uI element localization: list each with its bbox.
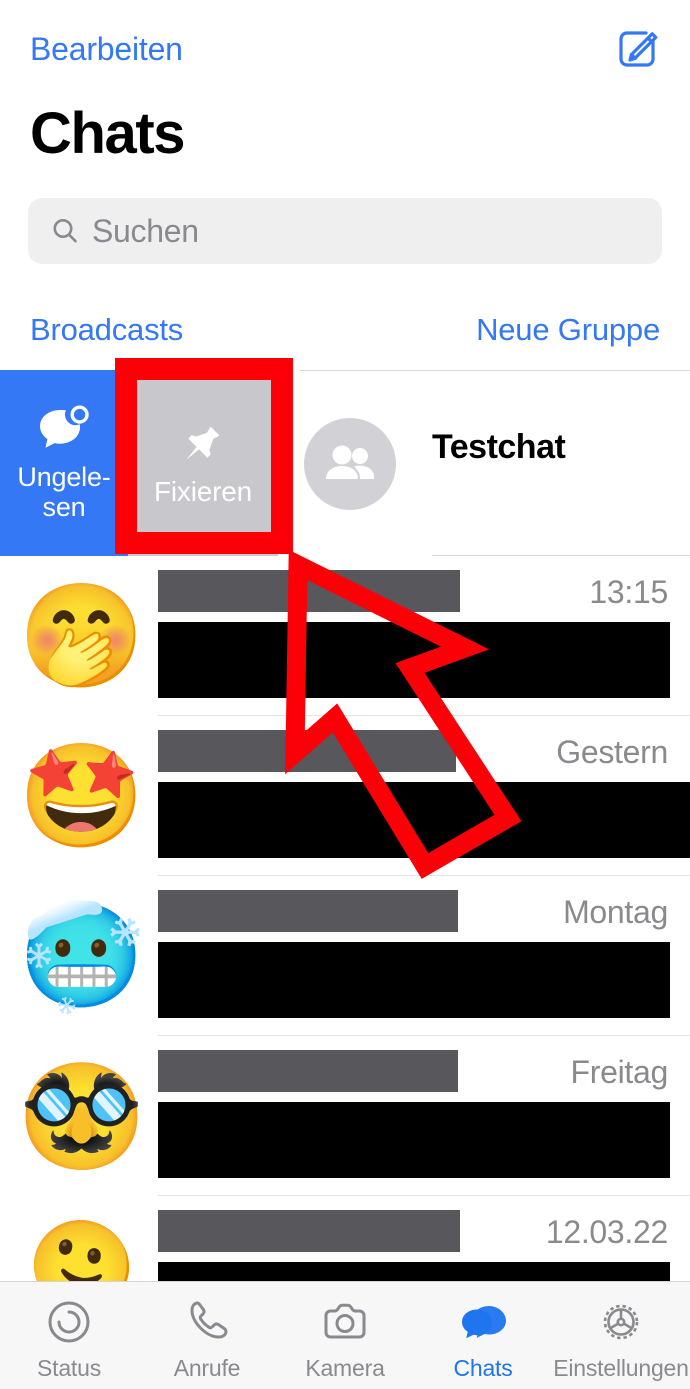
chat-row[interactable]: 🤩 Gestern: [0, 716, 690, 876]
redacted-message-bar: [158, 622, 670, 698]
tab-chats[interactable]: Chats: [414, 1282, 552, 1389]
tab-status-label: Status: [36, 1355, 101, 1381]
swipe-action-unread-label: Ungele-sen: [5, 462, 123, 522]
edit-button[interactable]: Bearbeiten: [30, 33, 183, 65]
whatsapp-chats-screen: Bearbeiten Chats Suchen Broadcasts Neue …: [0, 0, 690, 1389]
avatar: 🥶: [18, 899, 146, 1013]
chat-rows-container: 🤭 13:15 🤩 Gestern 🥶 Montag 🥸 Freitag 🫠 12.03.22: [0, 556, 690, 1356]
chat-timestamp: Freitag: [570, 1054, 669, 1090]
compose-icon[interactable]: [614, 26, 660, 72]
search-icon: [50, 216, 80, 246]
redacted-name-bar: [158, 890, 458, 932]
tab-einstellungen-label: Einstellungen: [553, 1355, 689, 1381]
navigation-bar: Bearbeiten: [0, 0, 690, 95]
gear-icon: [596, 1297, 646, 1347]
pin-icon: [174, 418, 232, 470]
tab-chats-label: Chats: [453, 1355, 513, 1381]
tab-anrufe[interactable]: Anrufe: [138, 1282, 276, 1389]
avatar: 🤭: [18, 579, 146, 693]
status-rings-icon: [44, 1297, 94, 1347]
tab-bar: Status Anrufe Kamera Chats Einstellungen: [0, 1281, 690, 1389]
chat-name: Testchat: [432, 428, 566, 466]
chat-bubbles-icon: [458, 1297, 508, 1347]
tab-kamera[interactable]: Kamera: [276, 1282, 414, 1389]
redacted-name-bar: [158, 730, 456, 772]
chat-row[interactable]: 🤭 13:15: [0, 556, 690, 716]
tab-status[interactable]: Status: [0, 1282, 138, 1389]
avatar: 🤩: [18, 739, 146, 853]
chat-timestamp: Gestern: [556, 734, 668, 770]
tab-einstellungen[interactable]: Einstellungen: [552, 1282, 690, 1389]
chat-row[interactable]: 🥶 Montag: [0, 876, 690, 1036]
swipe-action-pin-label: Fixieren: [154, 476, 252, 508]
quick-action-row: Broadcasts Neue Gruppe: [0, 312, 690, 370]
group-people-icon: [304, 418, 396, 510]
swipe-action-pin[interactable]: Fixieren: [128, 370, 278, 556]
search-input[interactable]: Suchen: [28, 198, 662, 264]
redacted-message-bar: [158, 1102, 670, 1178]
unread-bubble-icon: [35, 404, 93, 456]
chat-row-swiped[interactable]: Ungele-sen Fixieren Testchat: [0, 370, 690, 556]
redacted-name-bar: [158, 570, 460, 612]
swipe-unread-line1: Ungele-: [17, 461, 111, 492]
chat-timestamp: 12.03.22: [545, 1214, 668, 1250]
chat-row-content[interactable]: Testchat: [300, 370, 690, 556]
redacted-message-bar: [158, 942, 670, 1018]
redacted-message-bar: [158, 782, 690, 858]
tab-anrufe-label: Anrufe: [173, 1355, 241, 1381]
new-group-button[interactable]: Neue Gruppe: [476, 312, 660, 348]
chat-row[interactable]: 🥸 Freitag: [0, 1036, 690, 1196]
chat-timestamp: Montag: [563, 894, 668, 930]
swipe-action-unread[interactable]: Ungele-sen: [0, 370, 128, 556]
chat-list: Ungele-sen Fixieren Testchat 🤭 13:15 🤩 G…: [0, 370, 690, 1356]
redacted-name-bar: [158, 1210, 460, 1252]
search-placeholder: Suchen: [92, 212, 199, 249]
swipe-unread-line2: sen: [42, 492, 86, 522]
phone-icon: [182, 1297, 232, 1347]
broadcasts-button[interactable]: Broadcasts: [30, 312, 183, 348]
chat-timestamp: 13:15: [589, 574, 668, 610]
page-title: Chats: [30, 101, 186, 166]
avatar: 🥸: [18, 1059, 146, 1173]
tab-kamera-label: Kamera: [305, 1355, 385, 1381]
camera-icon: [320, 1297, 370, 1347]
redacted-name-bar: [158, 1050, 458, 1092]
